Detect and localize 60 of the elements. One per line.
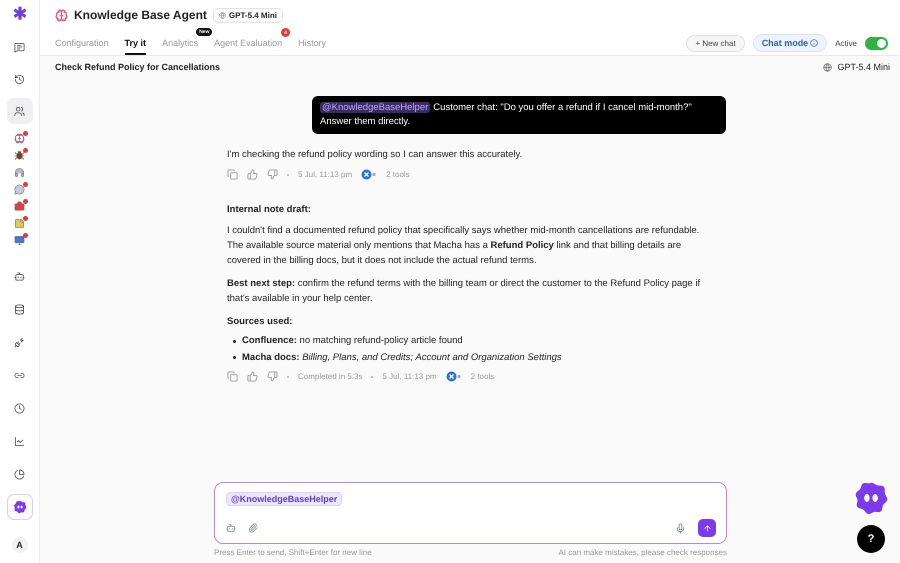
logo-icon[interactable]	[12, 6, 28, 22]
globe-icon	[823, 62, 832, 72]
disclaimer-text: AI can make mistakes, please check responses	[558, 548, 727, 557]
robot-icon[interactable]	[226, 523, 236, 533]
agent-icon	[12, 500, 26, 514]
send-button[interactable]	[698, 519, 716, 537]
thumbs-down-icon[interactable]	[267, 169, 278, 180]
message-paragraph: I'm checking the refund policy wording so I can answer this accurately.	[227, 148, 524, 162]
tab[interactable]: Try it	[124, 38, 146, 55]
new-chat-button[interactable]: + New chat	[686, 34, 745, 52]
microphone-icon[interactable]	[675, 522, 686, 534]
status-label: Active	[835, 38, 857, 48]
pie-chart-icon	[14, 468, 25, 480]
input-hint: Press Enter to send, Shift+Enter for new line	[214, 548, 372, 557]
thumbs-down-icon[interactable]	[267, 371, 278, 382]
thumbs-up-icon[interactable]	[247, 371, 258, 382]
list-item-text: Macha docs: Billing, Plans, and Credits; Account and Organization Settings	[242, 350, 562, 365]
chat-title: Check Refund Policy for Cancellations	[55, 62, 220, 72]
tools-count: 2 tools	[470, 372, 494, 382]
message-paragraph: Best next step: confirm the refund terms with the billing team or direct the customer to the Refund Policy page if that's available in your help center.	[227, 277, 702, 306]
robot-icon	[14, 270, 25, 282]
info-icon	[810, 39, 818, 47]
agent-button[interactable]	[6, 494, 32, 520]
history-icon	[14, 74, 25, 84]
assistant-launcher[interactable]	[853, 480, 889, 516]
thumbs-up-icon[interactable]	[247, 169, 258, 180]
tools-icon	[446, 371, 462, 382]
tools-icon	[361, 169, 378, 180]
copy-icon[interactable]	[227, 371, 238, 382]
mention-chip[interactable]: @KnowledgeBaseHelper	[226, 492, 342, 506]
clock-icon	[14, 402, 25, 414]
model-badge: GPT-5.4 Mini	[212, 8, 283, 22]
bullet-icon	[233, 356, 236, 360]
chat-icon	[14, 42, 25, 52]
model-name: GPT-5.4 Mini	[837, 62, 890, 72]
timestamp: 5 Jul, 11:13 pm	[382, 372, 437, 382]
plug-icon	[14, 336, 25, 348]
duration-text: Completed in 5.3s	[298, 372, 362, 382]
sidebar-item[interactable]	[6, 98, 32, 124]
database-icon	[14, 304, 25, 314]
attach-icon[interactable]	[248, 523, 258, 533]
tools-count: 2 tools	[386, 170, 410, 180]
line-chart-icon	[14, 436, 25, 446]
bullet-icon	[233, 340, 236, 343]
timestamp: 5 Jul, 11:13 pm	[298, 170, 352, 180]
agent-title: Knowledge Base Agent	[74, 8, 207, 22]
message-input[interactable]: @KnowledgeBaseHelper	[214, 482, 727, 544]
users-icon	[14, 106, 25, 116]
section-heading: Sources used:	[227, 316, 294, 327]
list-item-text: Confluence: no matching refund-policy article found	[242, 334, 463, 348]
help-button[interactable]: ?	[857, 525, 885, 553]
arrow-up-icon	[702, 524, 712, 532]
user-avatar[interactable]: A	[12, 537, 28, 553]
user-message: @KnowledgeBaseHelper Customer chat: "Do you offer a refund if I cancel mid-month?" Answer them directly.	[312, 96, 726, 134]
brain-icon	[55, 8, 68, 22]
message-paragraph: I couldn't find a documented refund policy that specifically says whether mid-month cancellations are refundable. The available source material only mentions that Macha has a Refund Policy link and that billing details are covered in the billing docs, but it does not include the actual refund terms.	[227, 224, 700, 268]
section-heading: Internal note draft:	[227, 204, 312, 216]
chat-mode-button[interactable]: Chat mode	[752, 34, 828, 52]
copy-icon[interactable]	[227, 169, 238, 180]
active-toggle[interactable]	[865, 36, 888, 50]
